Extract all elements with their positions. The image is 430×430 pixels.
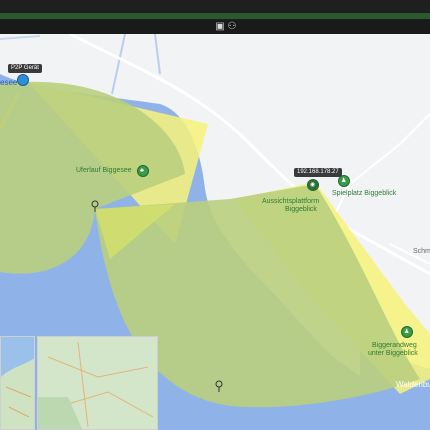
poi-marker-uferlauf[interactable]: ♣ bbox=[137, 165, 149, 177]
camera-icon: ◉ bbox=[310, 182, 316, 188]
poi-label-wanderweg-1: Biggerandweg bbox=[372, 342, 417, 349]
device-tag-p2p[interactable]: P2P Gerät bbox=[8, 64, 42, 73]
place-label-left: esee bbox=[0, 78, 18, 87]
user-icon[interactable]: ⚇ bbox=[226, 21, 238, 33]
overview-map-thumbnail-1[interactable] bbox=[0, 336, 35, 430]
toolbar: ▣ ⚇ bbox=[0, 20, 430, 34]
hiking-icon: ♟ bbox=[404, 329, 410, 335]
camera-marker-selected[interactable]: ◉ bbox=[307, 179, 319, 191]
poi-label-wanderweg-2: unter Biggeblick bbox=[368, 350, 418, 357]
overview-map-thumbnail-2[interactable] bbox=[37, 336, 158, 430]
location-pin-icon[interactable] bbox=[17, 74, 29, 86]
place-label-waldenburg: Waldenbu bbox=[396, 380, 430, 389]
poi-label-aussicht-2: Biggeblick bbox=[285, 206, 317, 213]
image-icon[interactable]: ▣ bbox=[214, 21, 226, 33]
poi-label-uferlauf: Uferlauf Biggesee bbox=[76, 167, 132, 174]
place-label-schm: Schm bbox=[413, 248, 430, 255]
tree-icon: ♣ bbox=[140, 168, 144, 174]
poi-marker-wanderweg[interactable]: ♟ bbox=[401, 326, 413, 338]
poi-marker-spielplatz[interactable]: ♟ bbox=[338, 175, 350, 187]
road bbox=[0, 35, 41, 40]
device-tag-ip[interactable]: 192.168.178.27 bbox=[294, 168, 342, 177]
hiking-icon: ♟ bbox=[341, 178, 347, 184]
road bbox=[111, 34, 126, 95]
road bbox=[154, 34, 161, 75]
title-bar-accent bbox=[0, 13, 430, 19]
camera-icon[interactable] bbox=[90, 200, 100, 212]
poi-label-spielplatz: Spielplatz Biggeblick bbox=[332, 190, 397, 197]
poi-label-aussicht-1: Aussichtsplattform bbox=[262, 198, 320, 205]
map-viewer-window: ▣ ⚇ P2P Gerät esee Uferlauf Biggesee ♣ 1… bbox=[0, 0, 430, 430]
camera-icon[interactable] bbox=[214, 380, 224, 392]
map-canvas[interactable]: P2P Gerät esee Uferlauf Biggesee ♣ 192.1… bbox=[0, 34, 430, 430]
